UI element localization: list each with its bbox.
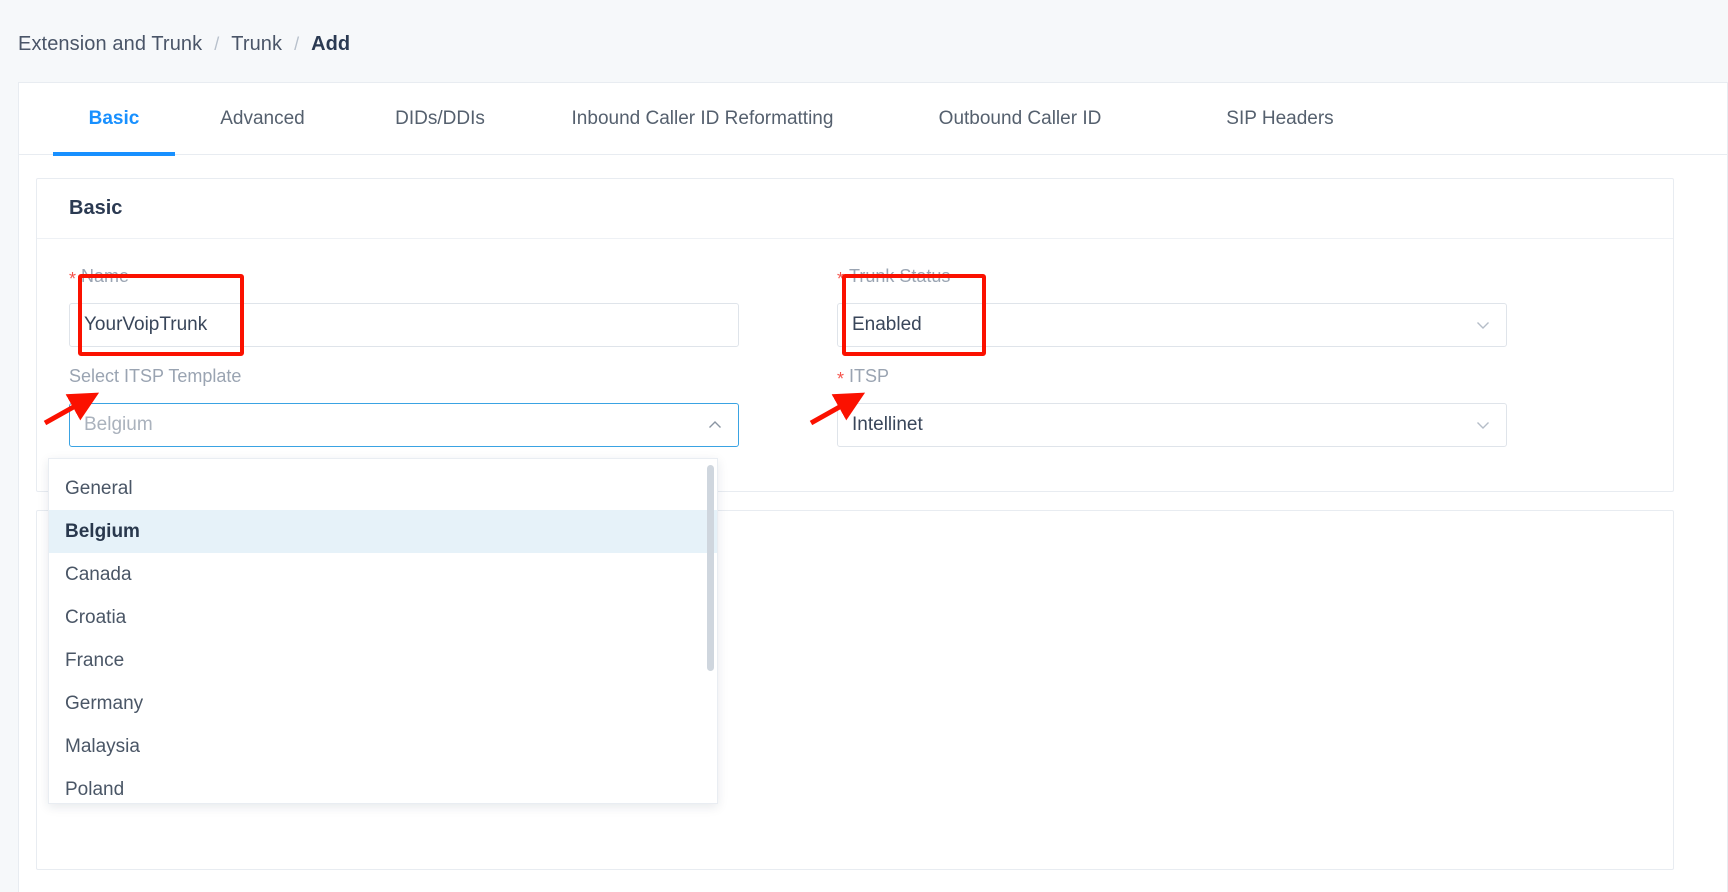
tab-dids-ddis-label: DIDs/DDIs (395, 108, 485, 130)
breadcrumb-item-trunk[interactable]: Trunk (231, 33, 282, 56)
dropdown-option-belgium[interactable]: Belgium (49, 510, 717, 553)
breadcrumb-separator: / (214, 34, 219, 55)
tab-advanced-label: Advanced (220, 108, 305, 130)
field-trunk-status: *Trunk Status Enabled (837, 263, 1507, 347)
name-input-value: YourVoipTrunk (84, 314, 724, 336)
dropdown-option-canada[interactable]: Canada (49, 553, 717, 596)
dropdown-option-general[interactable]: General (49, 467, 717, 510)
dropdown-scrollbar-thumb[interactable] (707, 465, 714, 671)
tab-basic-label: Basic (89, 108, 140, 130)
breadcrumb: Extension and Trunk / Trunk / Add (0, 0, 1728, 88)
dropdown-option-germany[interactable]: Germany (49, 682, 717, 725)
dropdown-option-poland[interactable]: Poland (49, 768, 717, 804)
tab-advanced[interactable]: Advanced (175, 83, 350, 155)
itsp-template-select[interactable]: Belgium (69, 403, 739, 447)
trunk-status-select[interactable]: Enabled (837, 303, 1507, 347)
dropdown-option-croatia[interactable]: Croatia (49, 596, 717, 639)
field-name-label: *Name (69, 263, 739, 289)
tab-sip-headers-label: SIP Headers (1226, 108, 1333, 130)
itsp-template-placeholder: Belgium (84, 414, 706, 436)
tab-bar: Basic Advanced DIDs/DDIs Inbound Caller … (19, 83, 1727, 155)
breadcrumb-item-extension-and-trunk[interactable]: Extension and Trunk (18, 33, 202, 56)
field-itsp-template: Select ITSP Template Belgium (69, 363, 739, 447)
field-itsp-template-label: Select ITSP Template (69, 363, 739, 389)
field-trunk-status-label: *Trunk Status (837, 263, 1507, 289)
field-name-label-text: Name (81, 266, 129, 286)
tab-inbound-caller-id-reformatting-label: Inbound Caller ID Reformatting (572, 108, 834, 130)
dropdown-option-france[interactable]: France (49, 639, 717, 682)
tab-outbound-caller-id[interactable]: Outbound Caller ID (875, 83, 1165, 155)
breadcrumb-current-add: Add (311, 33, 350, 56)
dropdown-option-malaysia[interactable]: Malaysia (49, 725, 717, 768)
field-itsp-label-text: ITSP (849, 366, 889, 386)
basic-card-title: Basic (37, 179, 1673, 239)
required-asterisk-icon: * (69, 269, 76, 289)
name-input[interactable]: YourVoipTrunk (69, 303, 739, 347)
itsp-select[interactable]: Intellinet (837, 403, 1507, 447)
itsp-template-option-list: General Belgium Canada Croatia France Ge… (49, 459, 717, 804)
tab-inbound-caller-id-reformatting[interactable]: Inbound Caller ID Reformatting (530, 83, 875, 155)
breadcrumb-separator: / (294, 34, 299, 55)
itsp-template-dropdown[interactable]: General Belgium Canada Croatia France Ge… (48, 458, 718, 804)
field-itsp-label: *ITSP (837, 363, 1507, 389)
field-itsp: *ITSP Intellinet (837, 363, 1507, 447)
chevron-down-icon[interactable] (1474, 316, 1492, 334)
itsp-value: Intellinet (852, 414, 1474, 436)
field-trunk-status-label-text: Trunk Status (849, 266, 950, 286)
trunk-add-page: Extension and Trunk / Trunk / Add Basic … (0, 0, 1728, 892)
trunk-status-value: Enabled (852, 314, 1474, 336)
chevron-up-icon[interactable] (706, 416, 724, 434)
tab-dids-ddis[interactable]: DIDs/DDIs (350, 83, 530, 155)
tab-outbound-caller-id-label: Outbound Caller ID (939, 108, 1102, 130)
chevron-down-icon[interactable] (1474, 416, 1492, 434)
tab-basic[interactable]: Basic (53, 83, 175, 155)
basic-card: Basic *Name YourVoipTrunk *Trunk Status … (36, 178, 1674, 492)
required-asterisk-icon: * (837, 369, 844, 389)
tab-sip-headers[interactable]: SIP Headers (1165, 83, 1395, 155)
basic-card-body: *Name YourVoipTrunk *Trunk Status Enable… (37, 239, 1673, 491)
field-name: *Name YourVoipTrunk (69, 263, 739, 347)
required-asterisk-icon: * (837, 269, 844, 289)
